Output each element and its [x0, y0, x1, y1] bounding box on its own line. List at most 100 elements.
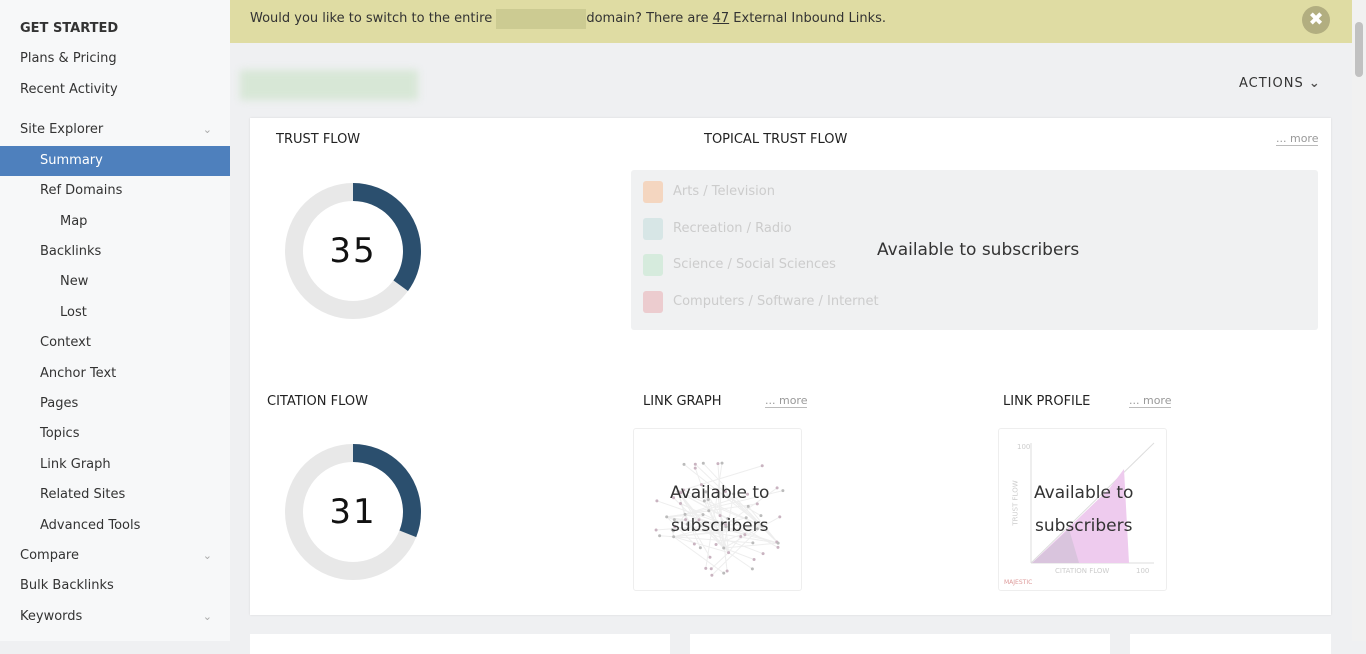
sidebar-item-related-sites[interactable]: Related Sites: [0, 480, 230, 510]
graph-node: [776, 541, 780, 545]
topic-row: Arts / Television: [643, 174, 775, 210]
banner-text: External Inbound Links.: [733, 11, 887, 26]
switch-domain-banner: Would you like to switch to the entire d…: [230, 0, 1352, 43]
graph-node: [727, 551, 731, 555]
redacted-domain: [496, 8, 587, 29]
actions-button[interactable]: ACTIONS ⌄: [1239, 76, 1321, 91]
subscribers-overlay: Available to subscribers: [877, 240, 1080, 260]
sidebar-item-compare[interactable]: Compare ⌄: [0, 541, 230, 571]
subscribers-overlay: Available to: [670, 483, 770, 503]
graph-edge: [673, 536, 725, 574]
graph-node: [722, 571, 726, 575]
chevron-down-icon: ⌄: [202, 549, 212, 562]
topic-label: Science / Social Sciences: [673, 257, 836, 272]
sidebar-item-ref-domains[interactable]: Ref Domains: [0, 176, 230, 206]
topical-more-link[interactable]: ... more: [1276, 132, 1319, 146]
topic-swatch: [643, 180, 663, 203]
sidebar-item-summary[interactable]: Summary: [0, 146, 230, 176]
summary-card: TRUST FLOW 35 TOPICAL TRUST FLOW ... mor…: [250, 118, 1331, 615]
topic-row: Computers / Software / Internet: [643, 284, 879, 320]
topic-swatch: [643, 217, 663, 240]
external-links-link[interactable]: 47: [713, 11, 730, 26]
citation-flow-value: 31: [329, 492, 377, 532]
chevron-down-icon: ⌄: [202, 123, 212, 136]
graph-node: [682, 462, 686, 466]
majestic-logo: MAJESTIC: [1004, 579, 1033, 586]
chevron-down-icon: ⌄: [1308, 76, 1321, 91]
topic-label: Computers / Software / Internet: [673, 294, 879, 309]
graph-node: [708, 555, 712, 559]
graph-node: [665, 515, 669, 519]
graph-node: [710, 573, 714, 577]
graph-node: [720, 461, 724, 465]
banner-text: domain? There are: [586, 11, 709, 26]
graph-node: [776, 545, 780, 549]
graph-node: [654, 528, 658, 532]
redacted-domain-title: [240, 70, 418, 100]
sidebar-item-topics[interactable]: Topics: [0, 419, 230, 449]
graph-node: [760, 464, 764, 468]
sidebar-heading-get-started: GET STARTED: [20, 21, 119, 36]
sidebar-item-new[interactable]: New: [0, 267, 230, 297]
link-graph-more-link[interactable]: ... more: [765, 394, 808, 408]
sidebar-item-keywords[interactable]: Keywords ⌄: [0, 602, 230, 632]
link-profile-title: LINK PROFILE: [1003, 394, 1091, 409]
topic-swatch: [643, 253, 663, 276]
sidebar-item-anchor-text[interactable]: Anchor Text: [0, 359, 230, 389]
subscribers-overlay: Available to: [1034, 483, 1134, 503]
sidebar: GET STARTED Plans & Pricing Recent Activ…: [0, 0, 230, 641]
graph-node: [752, 558, 756, 562]
citation-flow-title: CITATION FLOW: [267, 394, 368, 409]
scrollbar-thumb[interactable]: [1355, 22, 1363, 77]
link-profile-more-link[interactable]: ... more: [1129, 394, 1172, 408]
graph-node: [693, 462, 697, 466]
link-profile-thumbnail: 100 TRUST FLOW CITATION FLOW 100 MAJESTI…: [998, 428, 1167, 591]
sidebar-item-advanced-tools[interactable]: Advanced Tools: [0, 511, 230, 541]
sidebar-item-lost[interactable]: Lost: [0, 298, 230, 328]
sidebar-item-context[interactable]: Context: [0, 328, 230, 358]
sidebar-item-pages[interactable]: Pages: [0, 389, 230, 419]
graph-node: [716, 462, 720, 466]
graph-node: [704, 566, 708, 570]
scrollbar[interactable]: [1352, 0, 1366, 641]
graph-node: [781, 489, 785, 493]
graph-node: [725, 569, 729, 573]
graph-node: [701, 461, 705, 465]
graph-node: [751, 541, 755, 545]
label: Site Explorer: [20, 122, 104, 137]
sidebar-item-link-graph[interactable]: Link Graph: [0, 450, 230, 480]
x-axis-max: 100: [1136, 567, 1150, 575]
actions-label: ACTIONS: [1239, 76, 1304, 91]
link-graph-image: [654, 461, 785, 577]
card-partial: [690, 634, 1110, 654]
banner-text: Would you like to switch to the entire: [250, 11, 493, 26]
card-partial: [250, 634, 670, 654]
graph-node: [698, 546, 702, 550]
label: Keywords: [20, 609, 83, 624]
graph-node: [778, 515, 782, 519]
trust-flow-value: 35: [329, 231, 377, 271]
graph-node: [658, 534, 662, 538]
sidebar-item-backlinks[interactable]: Backlinks: [0, 237, 230, 267]
sidebar-item-map[interactable]: Map: [0, 207, 230, 237]
sidebar-item-recent-activity[interactable]: Recent Activity: [0, 75, 230, 105]
card-partial: [1130, 634, 1331, 654]
trust-flow-title: TRUST FLOW: [276, 132, 361, 147]
graph-node: [722, 546, 726, 550]
sidebar-item-plans-pricing[interactable]: Plans & Pricing: [0, 44, 230, 74]
sidebar-item-site-explorer[interactable]: Site Explorer ⌄: [0, 115, 230, 145]
trust-flow-donut: 35: [283, 181, 423, 321]
graph-node: [750, 567, 754, 571]
topical-trust-flow-locked: Arts / Television Recreation / Radio Sci…: [631, 170, 1318, 330]
topic-label: Arts / Television: [673, 184, 775, 199]
graph-node: [775, 486, 779, 490]
close-icon[interactable]: ✖: [1302, 6, 1330, 34]
graph-node: [707, 509, 711, 513]
y-axis-max: 100: [1017, 443, 1031, 451]
x-axis-label: CITATION FLOW: [1055, 567, 1110, 575]
graph-node: [692, 542, 696, 546]
link-graph-thumbnail: Available to subscribers: [633, 428, 802, 591]
sidebar-item-bulk-backlinks[interactable]: Bulk Backlinks: [0, 571, 230, 601]
subscribers-overlay: subscribers: [671, 516, 769, 536]
link-graph-title: LINK GRAPH: [643, 394, 722, 409]
